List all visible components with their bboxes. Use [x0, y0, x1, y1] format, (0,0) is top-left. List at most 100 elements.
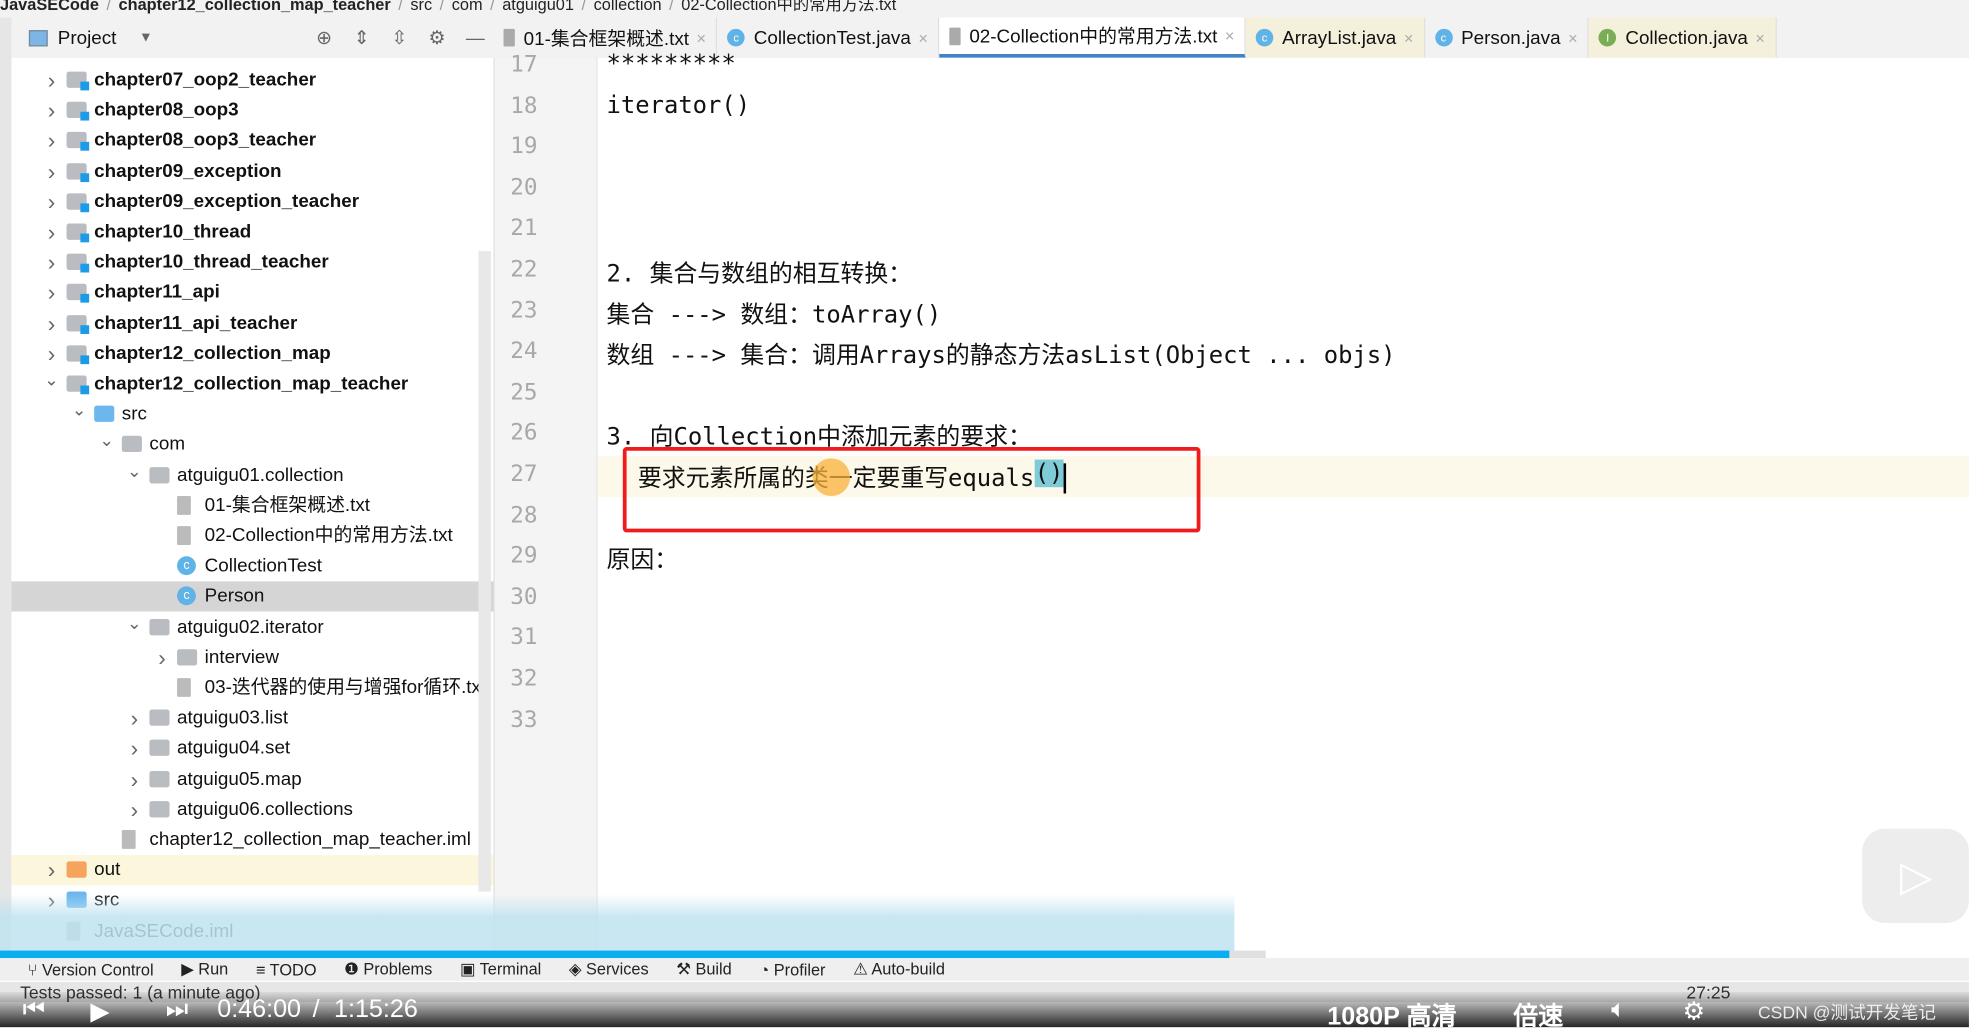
- tree-item[interactable]: › chapter07_oop2_teacher: [11, 65, 493, 95]
- tool-window-problems[interactable]: ❶ Problems: [344, 959, 432, 979]
- expand-all-icon[interactable]: ⇕: [353, 26, 371, 49]
- tree-item[interactable]: › chapter11_api: [11, 278, 493, 308]
- close-icon[interactable]: ×: [918, 28, 928, 47]
- close-icon[interactable]: ×: [697, 28, 707, 47]
- tree-item[interactable]: › chapter08_oop3: [11, 96, 493, 126]
- chevron-right-icon[interactable]: ›: [44, 96, 59, 126]
- tree-item[interactable]: › chapter08_oop3_teacher: [11, 126, 493, 156]
- tree-item[interactable]: › atguigu03.list: [11, 703, 493, 733]
- tool-icon: ❶: [344, 959, 364, 979]
- tree-item[interactable]: › chapter09_exception_teacher: [11, 187, 493, 217]
- tool-icon: ⑂: [27, 959, 42, 979]
- project-title[interactable]: Project: [58, 27, 117, 48]
- tool-window-services[interactable]: ◈ Services: [569, 959, 649, 979]
- tab-02-collection-txt[interactable]: 02-Collection中的常用方法.txt ×: [939, 17, 1246, 58]
- tree-item[interactable]: ⌄ atguigu01.collection: [11, 460, 493, 490]
- tree-item[interactable]: ⌄ com: [11, 430, 493, 460]
- chevron-right-icon[interactable]: ›: [44, 156, 59, 186]
- tool-window-run[interactable]: ▶ Run: [181, 959, 228, 979]
- chevron-right-icon[interactable]: ›: [127, 795, 142, 825]
- tool-window-version-control[interactable]: ⑂ Version Control: [28, 960, 154, 979]
- tree-item[interactable]: ⌄ atguigu02.iterator: [11, 612, 493, 642]
- breadcrumb-item[interactable]: 02-Collection中的常用方法.txt: [681, 0, 896, 14]
- chevron-right-icon[interactable]: ›: [127, 734, 142, 764]
- tab-arraylist-java[interactable]: c ArrayList.java ×: [1245, 17, 1425, 58]
- chevron-right-icon[interactable]: ›: [44, 248, 59, 278]
- next-icon[interactable]: ⏭: [166, 996, 189, 1025]
- breadcrumb-item[interactable]: collection: [594, 0, 662, 14]
- tree-item[interactable]: › out: [11, 855, 494, 886]
- tool-icon: ◈: [568, 959, 587, 979]
- tool-window-build[interactable]: ⚒ Build: [676, 959, 732, 979]
- tree-item[interactable]: 01-集合框架概述.txt: [11, 491, 493, 521]
- breadcrumb-item[interactable]: atguigu01: [502, 0, 574, 14]
- volume-icon[interactable]: 🔈︎: [1611, 996, 1626, 1025]
- chevron-right-icon[interactable]: ›: [44, 187, 59, 217]
- chevron-right-icon[interactable]: ›: [44, 278, 59, 308]
- close-icon[interactable]: ×: [1755, 28, 1765, 47]
- tree-item-label: chapter11_api_teacher: [94, 312, 298, 334]
- breadcrumb-item[interactable]: JavaSECode: [0, 0, 99, 14]
- tree-item-label: chapter10_thread_teacher: [94, 251, 329, 273]
- close-icon[interactable]: ×: [1404, 28, 1414, 47]
- previous-icon[interactable]: ⏮: [23, 996, 46, 1025]
- breadcrumb-item[interactable]: src: [410, 0, 432, 14]
- bilibili-play-button[interactable]: ▷: [1862, 828, 1969, 923]
- tool-window-todo[interactable]: ≡ TODO: [256, 960, 317, 979]
- breadcrumb-separator: /: [398, 0, 403, 14]
- tree-item[interactable]: › chapter11_api_teacher: [11, 308, 493, 338]
- tree-item[interactable]: › atguigu06.collections: [11, 795, 493, 825]
- breadcrumb-item[interactable]: com: [452, 0, 483, 14]
- collapse-all-icon[interactable]: ⇳: [391, 26, 409, 49]
- gear-icon[interactable]: ⚙: [428, 26, 446, 49]
- breadcrumb: JavaSECode / chapter12_collection_map_teac…: [0, 0, 1969, 18]
- module-folder-icon: [66, 132, 90, 152]
- chevron-down-icon[interactable]: ⌄: [72, 395, 87, 425]
- chevron-down-icon[interactable]: ⌄: [99, 425, 114, 455]
- tree-item[interactable]: › chapter10_thread_teacher: [11, 248, 493, 278]
- chevron-right-icon[interactable]: ›: [44, 126, 59, 156]
- chevron-right-icon[interactable]: ›: [127, 703, 142, 733]
- tree-item[interactable]: › chapter10_thread: [11, 217, 493, 247]
- breadcrumb-item[interactable]: chapter12_collection_map_teacher: [119, 0, 391, 14]
- tab-person-java[interactable]: c Person.java ×: [1425, 17, 1589, 58]
- tool-window-profiler[interactable]: ◔ Profiler: [759, 960, 825, 979]
- chevron-right-icon[interactable]: ›: [44, 65, 59, 95]
- chevron-right-icon[interactable]: ›: [44, 217, 59, 247]
- class-icon: c: [1434, 28, 1453, 47]
- tab-collectiontest-java[interactable]: c CollectionTest.java ×: [717, 17, 940, 58]
- tree-item[interactable]: › chapter09_exception: [11, 156, 493, 186]
- minimize-icon[interactable]: —: [466, 27, 485, 48]
- tree-item[interactable]: c CollectionTest: [11, 551, 493, 581]
- settings-icon[interactable]: ⚙: [1683, 996, 1706, 1027]
- tree-item[interactable]: c Person: [11, 581, 494, 613]
- line-number: 31: [510, 624, 538, 651]
- chevron-down-icon[interactable]: ▼: [139, 30, 153, 45]
- tool-window-auto-build[interactable]: ⚠ Auto-build: [853, 959, 945, 979]
- package-icon: [149, 618, 170, 635]
- target-icon[interactable]: ⊕: [315, 26, 333, 49]
- chevron-right-icon[interactable]: ›: [44, 855, 59, 885]
- chevron-right-icon[interactable]: ›: [154, 643, 169, 673]
- close-icon[interactable]: ×: [1225, 26, 1235, 45]
- chevron-right-icon[interactable]: ›: [127, 764, 142, 794]
- tree-item[interactable]: chapter12_collection_map_teacher.iml: [11, 825, 493, 855]
- chevron-down-icon[interactable]: ⌄: [127, 455, 142, 485]
- chevron-down-icon[interactable]: ⌄: [44, 364, 59, 394]
- tree-item[interactable]: › atguigu05.map: [11, 764, 493, 794]
- play-icon[interactable]: ▶: [90, 996, 109, 1027]
- tree-item[interactable]: › chapter12_collection_map: [11, 339, 493, 369]
- tree-scrollbar[interactable]: [478, 251, 491, 892]
- tab-collection-java[interactable]: I Collection.java ×: [1588, 17, 1777, 58]
- tree-item[interactable]: 03-迭代器的使用与增强for循环.txt: [11, 673, 493, 703]
- package-icon: [149, 800, 170, 818]
- tree-item[interactable]: 02-Collection中的常用方法.txt: [11, 521, 493, 551]
- close-icon[interactable]: ×: [1568, 28, 1578, 47]
- class-icon: c: [177, 586, 196, 606]
- chevron-right-icon[interactable]: ›: [44, 308, 59, 338]
- tree-item[interactable]: ⌄ src: [11, 400, 493, 430]
- tree-item[interactable]: › atguigu04.set: [11, 734, 493, 764]
- tool-window-terminal[interactable]: ▣ Terminal: [460, 959, 541, 979]
- tree-item[interactable]: › interview: [11, 643, 493, 673]
- chevron-down-icon[interactable]: ⌄: [127, 607, 142, 637]
